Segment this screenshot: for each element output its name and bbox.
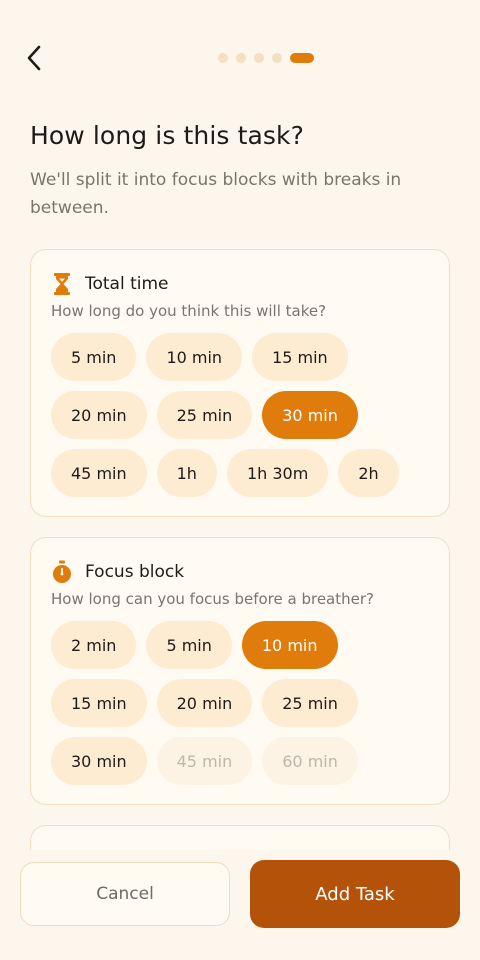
total-time-card: Total time How long do you think this wi… [30, 249, 450, 517]
total-time-options: 5 min 10 min 15 min 20 min 25 min 30 min… [51, 333, 431, 497]
total-time-option[interactable]: 1h [156, 449, 217, 497]
focus-block-option-disabled: 60 min [262, 737, 358, 785]
focus-block-title: Focus block [85, 562, 185, 582]
cancel-button[interactable]: Cancel [20, 862, 230, 926]
focus-block-option-disabled: 45 min [156, 737, 253, 785]
total-time-option[interactable]: 2h [338, 449, 399, 497]
total-time-subtitle: How long do you think this will take? [51, 302, 327, 320]
add-task-button[interactable]: Add Task [250, 860, 460, 928]
page-heading: How long is this task? We'll split it in… [30, 118, 450, 222]
focus-block-option[interactable]: 2 min [51, 621, 137, 669]
step-dot [272, 53, 282, 63]
total-time-option[interactable]: 25 min [156, 391, 253, 439]
focus-block-option[interactable]: 20 min [156, 679, 253, 727]
focus-block-option[interactable]: 15 min [51, 679, 147, 727]
total-time-option-selected[interactable]: 30 min [262, 391, 358, 439]
chevron-left-icon [27, 45, 41, 71]
focus-block-option[interactable]: 30 min [51, 737, 147, 785]
focus-block-options: 2 min 5 min 10 min 15 min 20 min 25 min … [51, 621, 431, 785]
focus-block-card: Focus block How long can you focus befor… [30, 537, 450, 805]
top-bar [0, 0, 480, 116]
focus-block-header: Focus block [51, 560, 184, 584]
stopwatch-icon [53, 560, 71, 583]
total-time-option[interactable]: 1h 30m [226, 449, 329, 497]
total-time-option[interactable]: 5 min [51, 333, 137, 381]
focus-block-option-selected[interactable]: 10 min [241, 621, 338, 669]
step-dot-current [290, 53, 314, 63]
hourglass-icon [54, 273, 70, 295]
focus-block-subtitle: How long can you focus before a breather… [51, 590, 374, 608]
step-dot [218, 53, 228, 63]
page-subtitle: We'll split it into focus blocks with br… [30, 170, 402, 218]
focus-block-option[interactable]: 25 min [262, 679, 358, 727]
bottom-action-bar: Cancel Add Task [0, 850, 480, 960]
total-time-option[interactable]: 15 min [252, 333, 348, 381]
total-time-title: Total time [85, 274, 169, 294]
focus-block-option[interactable]: 5 min [146, 621, 232, 669]
total-time-header: Total time [51, 272, 169, 296]
total-time-option[interactable]: 20 min [51, 391, 147, 439]
back-button[interactable] [18, 40, 50, 76]
step-dot [254, 53, 264, 63]
step-dot [236, 53, 246, 63]
step-progress-dots [218, 53, 314, 63]
total-time-option[interactable]: 10 min [146, 333, 243, 381]
page-title: How long is this task? [30, 121, 304, 150]
total-time-option[interactable]: 45 min [51, 449, 147, 497]
